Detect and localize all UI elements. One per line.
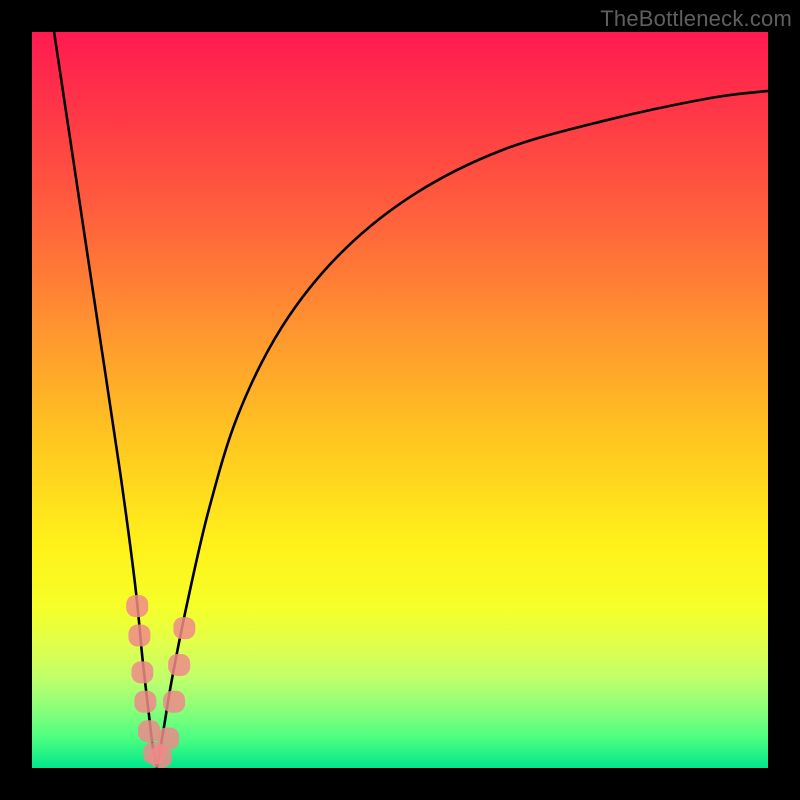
- marker-point: [163, 691, 185, 713]
- curve-layer: [32, 32, 768, 768]
- plot-area: [32, 32, 768, 768]
- curve-left-branch: [54, 32, 157, 768]
- marker-point: [134, 691, 156, 713]
- chart-frame: TheBottleneck.com: [0, 0, 800, 800]
- marker-point: [126, 595, 148, 617]
- marker-point: [168, 654, 190, 676]
- marker-point: [131, 661, 153, 683]
- watermark-text: TheBottleneck.com: [600, 6, 792, 32]
- curve-right-branch: [157, 91, 768, 768]
- marker-point: [138, 720, 160, 742]
- marker-point: [173, 617, 195, 639]
- marker-point: [128, 625, 150, 647]
- marker-point: [157, 728, 179, 750]
